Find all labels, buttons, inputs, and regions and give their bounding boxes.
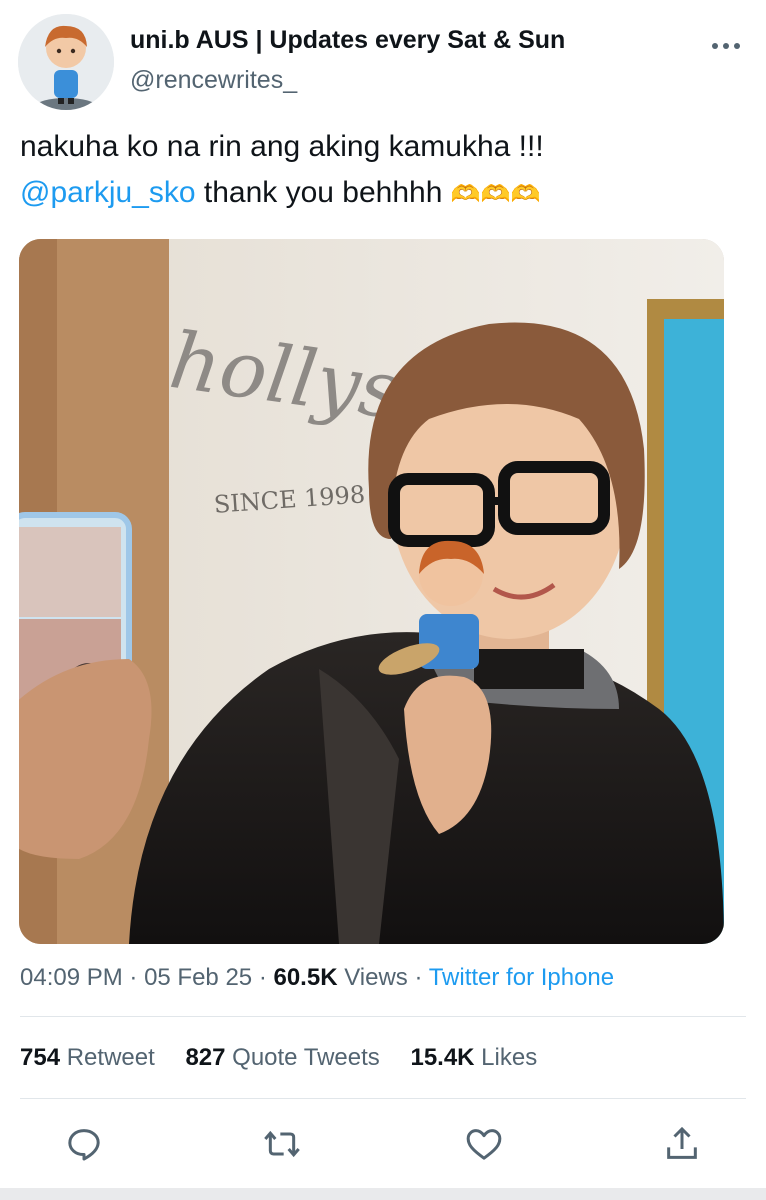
bottom-bar: [0, 1188, 766, 1200]
meta-separator: ·: [252, 964, 274, 991]
tweet-header: uni.b AUS | Updates every Sat & Sun @ren…: [18, 14, 748, 114]
avatar[interactable]: [18, 14, 114, 110]
likes-count: 15.4K: [410, 1044, 475, 1071]
meta-separator: ·: [122, 964, 145, 991]
tweet-source-link[interactable]: Twitter for Iphone: [429, 964, 614, 991]
views-label: Views: [337, 964, 408, 991]
like-icon: [466, 1129, 502, 1160]
tweet-stats: 754 Retweet 827 Quote Tweets 15.4K Likes: [20, 1042, 561, 1074]
tweet-time[interactable]: 04:09 PM: [20, 964, 123, 991]
quotes-label: Quote Tweets: [225, 1044, 380, 1071]
share-button[interactable]: [662, 1124, 702, 1164]
display-name[interactable]: uni.b AUS | Updates every Sat & Sun: [130, 26, 565, 54]
reply-button[interactable]: [64, 1124, 104, 1164]
tweet-media-photo[interactable]: hollys SINCE 1998: [19, 239, 724, 944]
meta-separator: ·: [407, 964, 429, 991]
retweets-count: 754: [20, 1044, 61, 1071]
divider: [20, 1098, 746, 1099]
tweet-line-2-text: thank you behhhh: [195, 176, 451, 209]
likes-stat[interactable]: 15.4K Likes: [410, 1042, 537, 1074]
heart-hands-emoji: 🫶🫶🫶: [450, 181, 541, 208]
divider: [20, 1016, 746, 1017]
user-handle[interactable]: @rencewrites_: [130, 66, 565, 94]
tweet-line-2: @parkju_sko thank you behhhh 🫶🫶🫶: [20, 170, 740, 218]
retweet-icon: [264, 1130, 300, 1158]
like-button[interactable]: [464, 1124, 504, 1164]
photo-illustration: hollys SINCE 1998: [19, 239, 724, 944]
tweet-actions: [20, 1116, 746, 1172]
more-dots-icon: [712, 43, 740, 49]
tweet-date[interactable]: 05 Feb 25: [144, 964, 252, 991]
likes-label: Likes: [474, 1044, 538, 1071]
more-options-button[interactable]: [708, 36, 744, 56]
share-icon: [667, 1126, 697, 1159]
retweets-stat[interactable]: 754 Retweet: [20, 1042, 155, 1074]
figurine-avatar-icon: [18, 14, 114, 110]
retweets-label: Retweet: [60, 1044, 155, 1071]
tweet-meta: 04:09 PM · 05 Feb 25 · 60.5K Views · Twi…: [20, 962, 614, 994]
tweet-line-1: nakuha ko na rin ang aking kamukha !!!: [20, 130, 544, 163]
retweet-button[interactable]: [262, 1124, 302, 1164]
mention-link[interactable]: @parkju_sko: [20, 176, 196, 209]
views-count: 60.5K: [273, 964, 338, 991]
reply-icon: [68, 1129, 100, 1161]
tweet-text: nakuha ko na rin ang aking kamukha !!! @…: [20, 124, 740, 218]
quotes-count: 827: [185, 1044, 226, 1071]
quote-tweets-stat[interactable]: 827 Quote Tweets: [185, 1042, 379, 1074]
